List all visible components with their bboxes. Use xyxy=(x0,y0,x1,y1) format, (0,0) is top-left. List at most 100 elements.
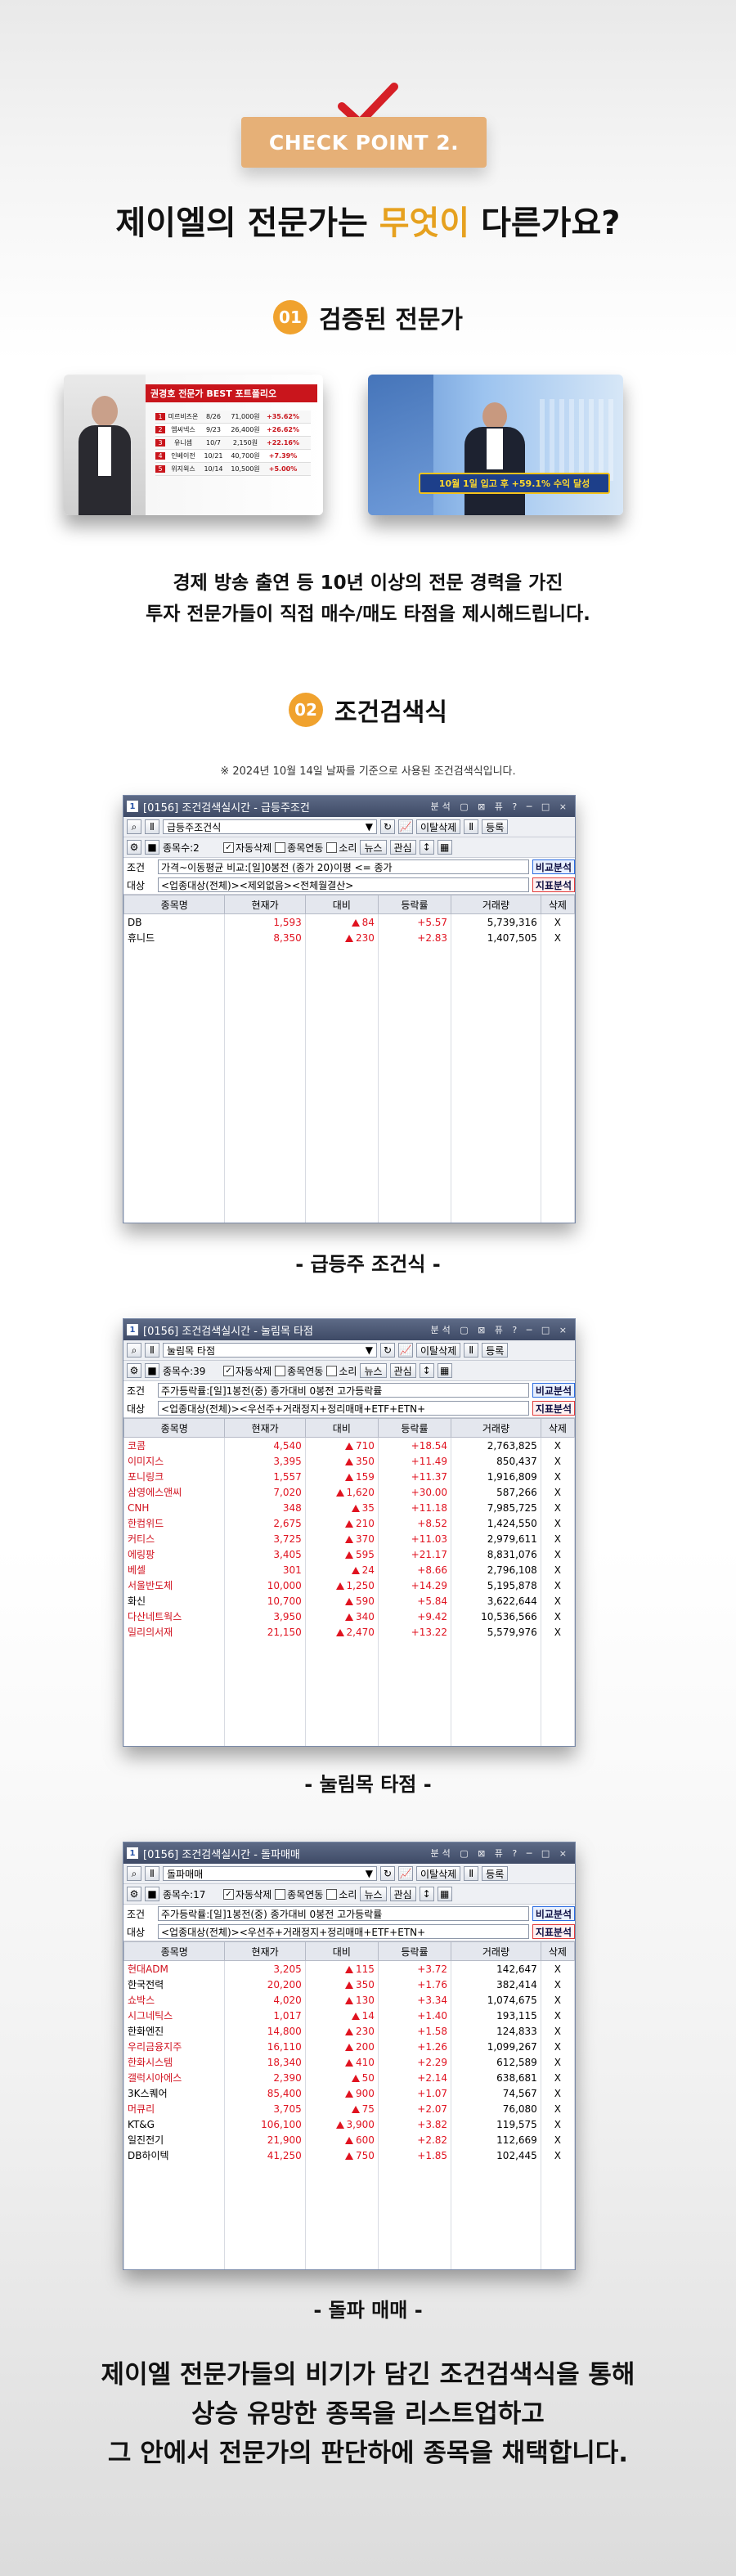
delete-button[interactable]: X xyxy=(540,1484,575,1500)
table-row[interactable] xyxy=(123,1132,575,1147)
table-row[interactable]: 다산네트웍스 3,950 340 +9.42 10,536,566 X xyxy=(123,1609,575,1624)
delete-button[interactable]: X xyxy=(540,1593,575,1609)
sound-checkbox[interactable]: 소리 xyxy=(326,841,357,855)
column-header[interactable]: 거래량 xyxy=(451,1418,541,1438)
table-row[interactable] xyxy=(123,1702,575,1717)
column-header[interactable]: 등락률 xyxy=(377,1941,452,1961)
column-header[interactable]: 종목명 xyxy=(123,895,226,914)
column-header[interactable]: 거래량 xyxy=(451,895,541,914)
table-row[interactable] xyxy=(123,1163,575,1178)
sort-icon[interactable]: ↕ xyxy=(419,840,434,855)
stock-link-checkbox[interactable]: 종목연동 xyxy=(275,841,323,855)
delete-button[interactable]: X xyxy=(540,1562,575,1577)
table-row[interactable] xyxy=(123,2256,575,2269)
table-row[interactable]: 코콤 4,540 710 +18.54 2,763,825 X xyxy=(123,1437,575,1453)
refresh-icon[interactable]: ↻ xyxy=(380,819,395,834)
delete-button[interactable]: X xyxy=(540,2070,575,2085)
pause-button[interactable]: Ⅱ xyxy=(464,819,479,834)
table-row[interactable]: 일진전기 21,900 600 +2.82 112,669 X xyxy=(123,2132,575,2147)
table-row[interactable] xyxy=(123,2225,575,2241)
gear-icon[interactable]: ⚙ xyxy=(127,840,141,855)
gear-icon[interactable]: ⚙ xyxy=(127,1887,141,1901)
table-row[interactable] xyxy=(123,1039,575,1054)
table-row[interactable] xyxy=(123,1147,575,1163)
table-row[interactable]: 에링팡 3,405 595 +21.17 8,831,076 X xyxy=(123,1546,575,1562)
sound-checkbox[interactable]: 소리 xyxy=(326,1887,357,1901)
column-header[interactable]: 대비 xyxy=(304,1418,379,1438)
window-controls[interactable]: 분석 ▢ ⊠ 퓨 ? ─ □ × xyxy=(430,800,575,813)
table-row[interactable]: 시그네틱스 1,017 14 +1.40 193,115 X xyxy=(123,2008,575,2023)
delete-button[interactable]: X xyxy=(540,1453,575,1469)
table-row[interactable]: 3K스퀘어 85,400 900 +1.07 74,567 X xyxy=(123,2085,575,2101)
indicator-analysis-button[interactable]: 지표분석 xyxy=(532,877,575,892)
column-header[interactable]: 현재가 xyxy=(224,895,306,914)
table-row[interactable]: DB하이텍 41,250 750 +1.85 102,445 X xyxy=(123,2147,575,2163)
register-button[interactable]: 등록 xyxy=(482,1866,509,1881)
table-row[interactable] xyxy=(123,1070,575,1085)
sound-checkbox[interactable]: 소리 xyxy=(326,1364,357,1378)
table-row[interactable]: 한화시스템 18,340 410 +2.29 612,589 X xyxy=(123,2054,575,2070)
table-row[interactable] xyxy=(123,1733,575,1746)
delete-button[interactable]: X xyxy=(540,1977,575,1992)
grid-icon[interactable]: ▦ xyxy=(437,1887,452,1901)
delete-button[interactable]: X xyxy=(540,1546,575,1562)
delete-button[interactable]: X xyxy=(540,2008,575,2023)
column-header[interactable]: 거래량 xyxy=(451,1941,541,1961)
delete-button[interactable]: X xyxy=(540,2085,575,2101)
condition-select[interactable]: 급등주조건식 ▼ xyxy=(163,819,377,834)
exit-delete-button[interactable]: 이탈삭제 xyxy=(416,1866,461,1881)
column-header[interactable]: 삭제 xyxy=(540,1941,575,1961)
column-header[interactable]: 삭제 xyxy=(540,895,575,914)
delete-button[interactable]: X xyxy=(540,930,575,945)
news-button[interactable]: 뉴스 xyxy=(360,1363,387,1378)
search-icon[interactable]: ⌕ xyxy=(127,1343,141,1358)
delete-button[interactable]: X xyxy=(540,1992,575,2008)
pause-button[interactable]: Ⅱ xyxy=(145,1343,159,1358)
interest-button[interactable]: 관심 xyxy=(389,1363,416,1378)
table-row[interactable]: 휴니드 8,350 230 +2.83 1,407,505 X xyxy=(123,930,575,945)
stop-button[interactable]: ■ xyxy=(145,840,159,855)
sort-icon[interactable]: ↕ xyxy=(419,1363,434,1378)
interest-button[interactable]: 관심 xyxy=(389,840,416,855)
window-titlebar[interactable]: 1 [0156] 조건검색실시간 - 급등주조건 분석 ▢ ⊠ 퓨 ? ─ □ … xyxy=(123,796,575,817)
table-row[interactable] xyxy=(123,1116,575,1132)
delete-button[interactable]: X xyxy=(540,1500,575,1515)
column-header[interactable]: 현재가 xyxy=(224,1418,306,1438)
table-row[interactable]: 화신 10,700 590 +5.84 3,622,644 X xyxy=(123,1593,575,1609)
pause-button[interactable]: Ⅱ xyxy=(145,819,159,834)
delete-button[interactable]: X xyxy=(540,1531,575,1546)
delete-button[interactable]: X xyxy=(540,2132,575,2147)
compare-analysis-button[interactable]: 비교분석 xyxy=(532,1383,575,1398)
table-row[interactable] xyxy=(123,2163,575,2179)
stock-link-checkbox[interactable]: 종목연동 xyxy=(275,1887,323,1901)
delete-button[interactable]: X xyxy=(540,2116,575,2132)
table-row[interactable] xyxy=(123,2210,575,2225)
table-row[interactable]: CNH 348 35 +11.18 7,985,725 X xyxy=(123,1500,575,1515)
table-row[interactable] xyxy=(123,1640,575,1655)
table-row[interactable]: 삼영에스앤씨 7,020 1,620 +30.00 587,266 X xyxy=(123,1484,575,1500)
register-button[interactable]: 등록 xyxy=(482,1343,509,1358)
table-row[interactable]: 서울반도체 10,000 1,250 +14.29 5,195,878 X xyxy=(123,1577,575,1593)
news-button[interactable]: 뉴스 xyxy=(360,840,387,855)
sort-icon[interactable]: ↕ xyxy=(419,1887,434,1901)
table-row[interactable] xyxy=(123,1671,575,1686)
pause-button[interactable]: Ⅱ xyxy=(145,1866,159,1881)
table-row[interactable]: 한컴위드 2,675 210 +8.52 1,424,550 X xyxy=(123,1515,575,1531)
table-row[interactable] xyxy=(123,1178,575,1194)
register-button[interactable]: 등록 xyxy=(482,819,509,834)
stock-link-checkbox[interactable]: 종목연동 xyxy=(275,1364,323,1378)
pause-button[interactable]: Ⅱ xyxy=(464,1866,479,1881)
refresh-icon[interactable]: ↻ xyxy=(380,1866,395,1881)
interest-button[interactable]: 관심 xyxy=(389,1887,416,1901)
table-row[interactable]: 포니링크 1,557 159 +11.37 1,916,809 X xyxy=(123,1469,575,1484)
delete-button[interactable]: X xyxy=(540,2023,575,2039)
grid-icon[interactable]: ▦ xyxy=(437,840,452,855)
table-row[interactable] xyxy=(123,1686,575,1702)
chart-icon[interactable]: 📈 xyxy=(398,1343,413,1358)
window-controls[interactable]: 분석 ▢ ⊠ 퓨 ? ─ □ × xyxy=(430,1847,575,1860)
column-header[interactable]: 등락률 xyxy=(377,895,452,914)
stop-button[interactable]: ■ xyxy=(145,1887,159,1901)
table-row[interactable] xyxy=(123,1023,575,1039)
column-header[interactable]: 종목명 xyxy=(123,1418,226,1438)
column-header[interactable]: 대비 xyxy=(304,895,379,914)
